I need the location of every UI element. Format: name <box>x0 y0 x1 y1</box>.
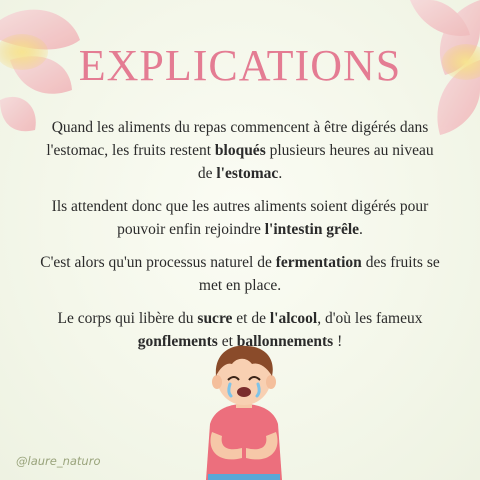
highlighted-term: l'estomac <box>216 165 279 182</box>
text-segment: Ils attendent donc que les autres alimen… <box>51 198 429 238</box>
text-segment: . <box>359 221 363 238</box>
highlighted-term: sucre <box>197 310 233 327</box>
highlighted-term: bloqués <box>214 142 266 159</box>
text-segment: ! <box>333 333 343 350</box>
highlighted-term: fermentation <box>275 254 362 271</box>
author-handle: @laure_naturo <box>16 454 101 468</box>
text-segment: Le corps qui libère du <box>57 310 198 327</box>
paragraph: Quand les aliments du repas commencent à… <box>40 116 440 185</box>
text-segment: et de <box>232 310 270 327</box>
highlighted-term: l'intestin grêle <box>264 221 360 238</box>
explanation-text: Quand les aliments du repas commencent à… <box>40 116 440 363</box>
text-segment: . <box>278 165 283 182</box>
paragraph: C'est alors qu'un processus naturel de f… <box>40 251 440 297</box>
text-segment: , d'où les fameux <box>317 310 423 327</box>
paragraph: Ils attendent donc que les autres alimen… <box>40 195 440 241</box>
text-segment: C'est alors qu'un processus naturel de <box>40 254 276 271</box>
page-title: EXPLICATIONS <box>78 41 402 90</box>
highlighted-term: l'alcool <box>269 310 318 327</box>
crying-child-holding-stomach-icon <box>206 345 282 480</box>
